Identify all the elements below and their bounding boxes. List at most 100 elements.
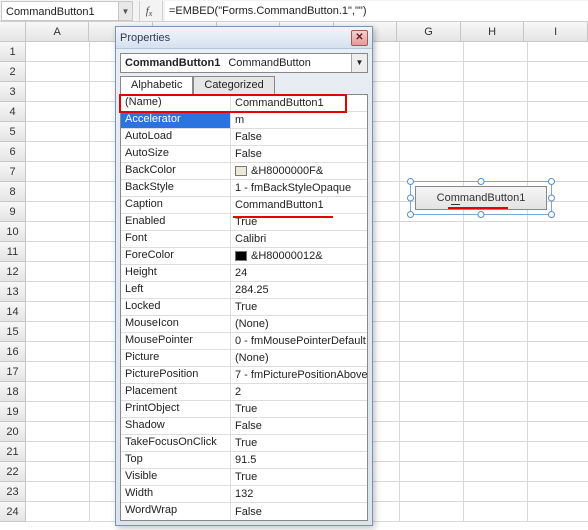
property-value[interactable]: 2 bbox=[231, 384, 367, 400]
cell[interactable] bbox=[464, 82, 528, 102]
cell[interactable] bbox=[26, 202, 90, 222]
cell[interactable] bbox=[528, 322, 588, 342]
cell[interactable] bbox=[464, 282, 528, 302]
column-header[interactable]: I bbox=[524, 22, 588, 41]
property-row[interactable]: BackColor&H8000000F& bbox=[121, 163, 367, 180]
property-value[interactable]: False bbox=[231, 503, 367, 520]
cell[interactable] bbox=[528, 122, 588, 142]
row-header[interactable]: 5 bbox=[0, 122, 26, 142]
property-row[interactable]: Width132 bbox=[121, 486, 367, 503]
cell[interactable] bbox=[26, 462, 90, 482]
tab-alphabetic[interactable]: Alphabetic bbox=[120, 76, 193, 95]
cell[interactable] bbox=[464, 62, 528, 82]
property-row[interactable]: AutoLoadFalse bbox=[121, 129, 367, 146]
property-row[interactable]: Height24 bbox=[121, 265, 367, 282]
property-value[interactable]: 284.25 bbox=[231, 282, 367, 298]
cell[interactable] bbox=[26, 182, 90, 202]
cell[interactable] bbox=[26, 342, 90, 362]
cell[interactable] bbox=[464, 342, 528, 362]
column-header[interactable]: A bbox=[26, 22, 90, 41]
property-row[interactable]: LockedTrue bbox=[121, 299, 367, 316]
row-header[interactable]: 3 bbox=[0, 82, 26, 102]
cell[interactable] bbox=[528, 442, 588, 462]
cell[interactable] bbox=[26, 282, 90, 302]
cell[interactable] bbox=[26, 162, 90, 182]
property-row[interactable]: AutoSizeFalse bbox=[121, 146, 367, 163]
property-row[interactable]: TakeFocusOnClickTrue bbox=[121, 435, 367, 452]
cell[interactable] bbox=[400, 42, 464, 62]
property-row[interactable]: MousePointer0 - fmMousePointerDefault bbox=[121, 333, 367, 350]
row-header[interactable]: 14 bbox=[0, 302, 26, 322]
cell[interactable] bbox=[26, 402, 90, 422]
cell[interactable] bbox=[528, 422, 588, 442]
cell[interactable] bbox=[26, 502, 90, 522]
cell[interactable] bbox=[400, 102, 464, 122]
property-row[interactable]: Top91.5 bbox=[121, 452, 367, 469]
cell[interactable] bbox=[464, 262, 528, 282]
property-row[interactable]: ShadowFalse bbox=[121, 418, 367, 435]
cell[interactable] bbox=[464, 462, 528, 482]
cell[interactable] bbox=[464, 242, 528, 262]
cell[interactable] bbox=[26, 242, 90, 262]
cell[interactable] bbox=[464, 222, 528, 242]
property-value[interactable]: True bbox=[231, 435, 367, 451]
row-header[interactable]: 18 bbox=[0, 382, 26, 402]
cell[interactable] bbox=[528, 82, 588, 102]
cell[interactable] bbox=[26, 382, 90, 402]
cell[interactable] bbox=[528, 462, 588, 482]
cell[interactable] bbox=[400, 302, 464, 322]
cell[interactable] bbox=[464, 122, 528, 142]
column-header[interactable]: H bbox=[461, 22, 525, 41]
cell[interactable] bbox=[464, 482, 528, 502]
cell[interactable] bbox=[464, 422, 528, 442]
cell[interactable] bbox=[26, 122, 90, 142]
property-row[interactable]: ForeColor&H80000012& bbox=[121, 248, 367, 265]
row-header[interactable]: 12 bbox=[0, 262, 26, 282]
property-value[interactable]: (None) bbox=[231, 350, 367, 366]
cell[interactable] bbox=[528, 262, 588, 282]
cell[interactable] bbox=[26, 442, 90, 462]
property-row[interactable]: (Name)CommandButton1 bbox=[121, 95, 367, 112]
cell[interactable] bbox=[528, 502, 588, 522]
cell[interactable] bbox=[528, 302, 588, 322]
cell[interactable] bbox=[464, 402, 528, 422]
row-header[interactable]: 16 bbox=[0, 342, 26, 362]
cell[interactable] bbox=[528, 402, 588, 422]
row-header[interactable]: 1 bbox=[0, 42, 26, 62]
cell[interactable] bbox=[464, 502, 528, 522]
cell[interactable] bbox=[528, 42, 588, 62]
select-all-corner[interactable] bbox=[0, 22, 26, 41]
close-icon[interactable]: ✕ bbox=[351, 30, 368, 46]
property-value[interactable]: True bbox=[231, 401, 367, 417]
row-header[interactable]: 11 bbox=[0, 242, 26, 262]
property-row[interactable]: VisibleTrue bbox=[121, 469, 367, 486]
row-header[interactable]: 8 bbox=[0, 182, 26, 202]
cell[interactable] bbox=[400, 502, 464, 522]
tab-categorized[interactable]: Categorized bbox=[193, 76, 274, 95]
property-row[interactable]: FontCalibri bbox=[121, 231, 367, 248]
cell[interactable] bbox=[26, 422, 90, 442]
row-header[interactable]: 10 bbox=[0, 222, 26, 242]
cell[interactable] bbox=[464, 382, 528, 402]
cell[interactable] bbox=[400, 122, 464, 142]
property-value[interactable]: False bbox=[231, 129, 367, 145]
resize-handle[interactable] bbox=[548, 178, 555, 185]
cell[interactable] bbox=[400, 382, 464, 402]
row-header[interactable]: 6 bbox=[0, 142, 26, 162]
cell[interactable] bbox=[528, 142, 588, 162]
property-row[interactable]: PicturePosition7 - fmPicturePositionAbov… bbox=[121, 367, 367, 384]
row-header[interactable]: 23 bbox=[0, 482, 26, 502]
cell[interactable] bbox=[464, 442, 528, 462]
properties-titlebar[interactable]: Properties ✕ bbox=[116, 27, 372, 49]
cell[interactable] bbox=[528, 222, 588, 242]
property-row[interactable]: WordWrapFalse bbox=[121, 503, 367, 520]
property-value[interactable]: False bbox=[231, 146, 367, 162]
cell[interactable] bbox=[26, 62, 90, 82]
property-value[interactable]: 132 bbox=[231, 486, 367, 502]
cell[interactable] bbox=[26, 42, 90, 62]
cell[interactable] bbox=[26, 262, 90, 282]
property-row[interactable]: CaptionCommandButton1 bbox=[121, 197, 367, 214]
property-value[interactable]: m bbox=[231, 112, 367, 128]
cell[interactable] bbox=[400, 322, 464, 342]
row-header[interactable]: 2 bbox=[0, 62, 26, 82]
